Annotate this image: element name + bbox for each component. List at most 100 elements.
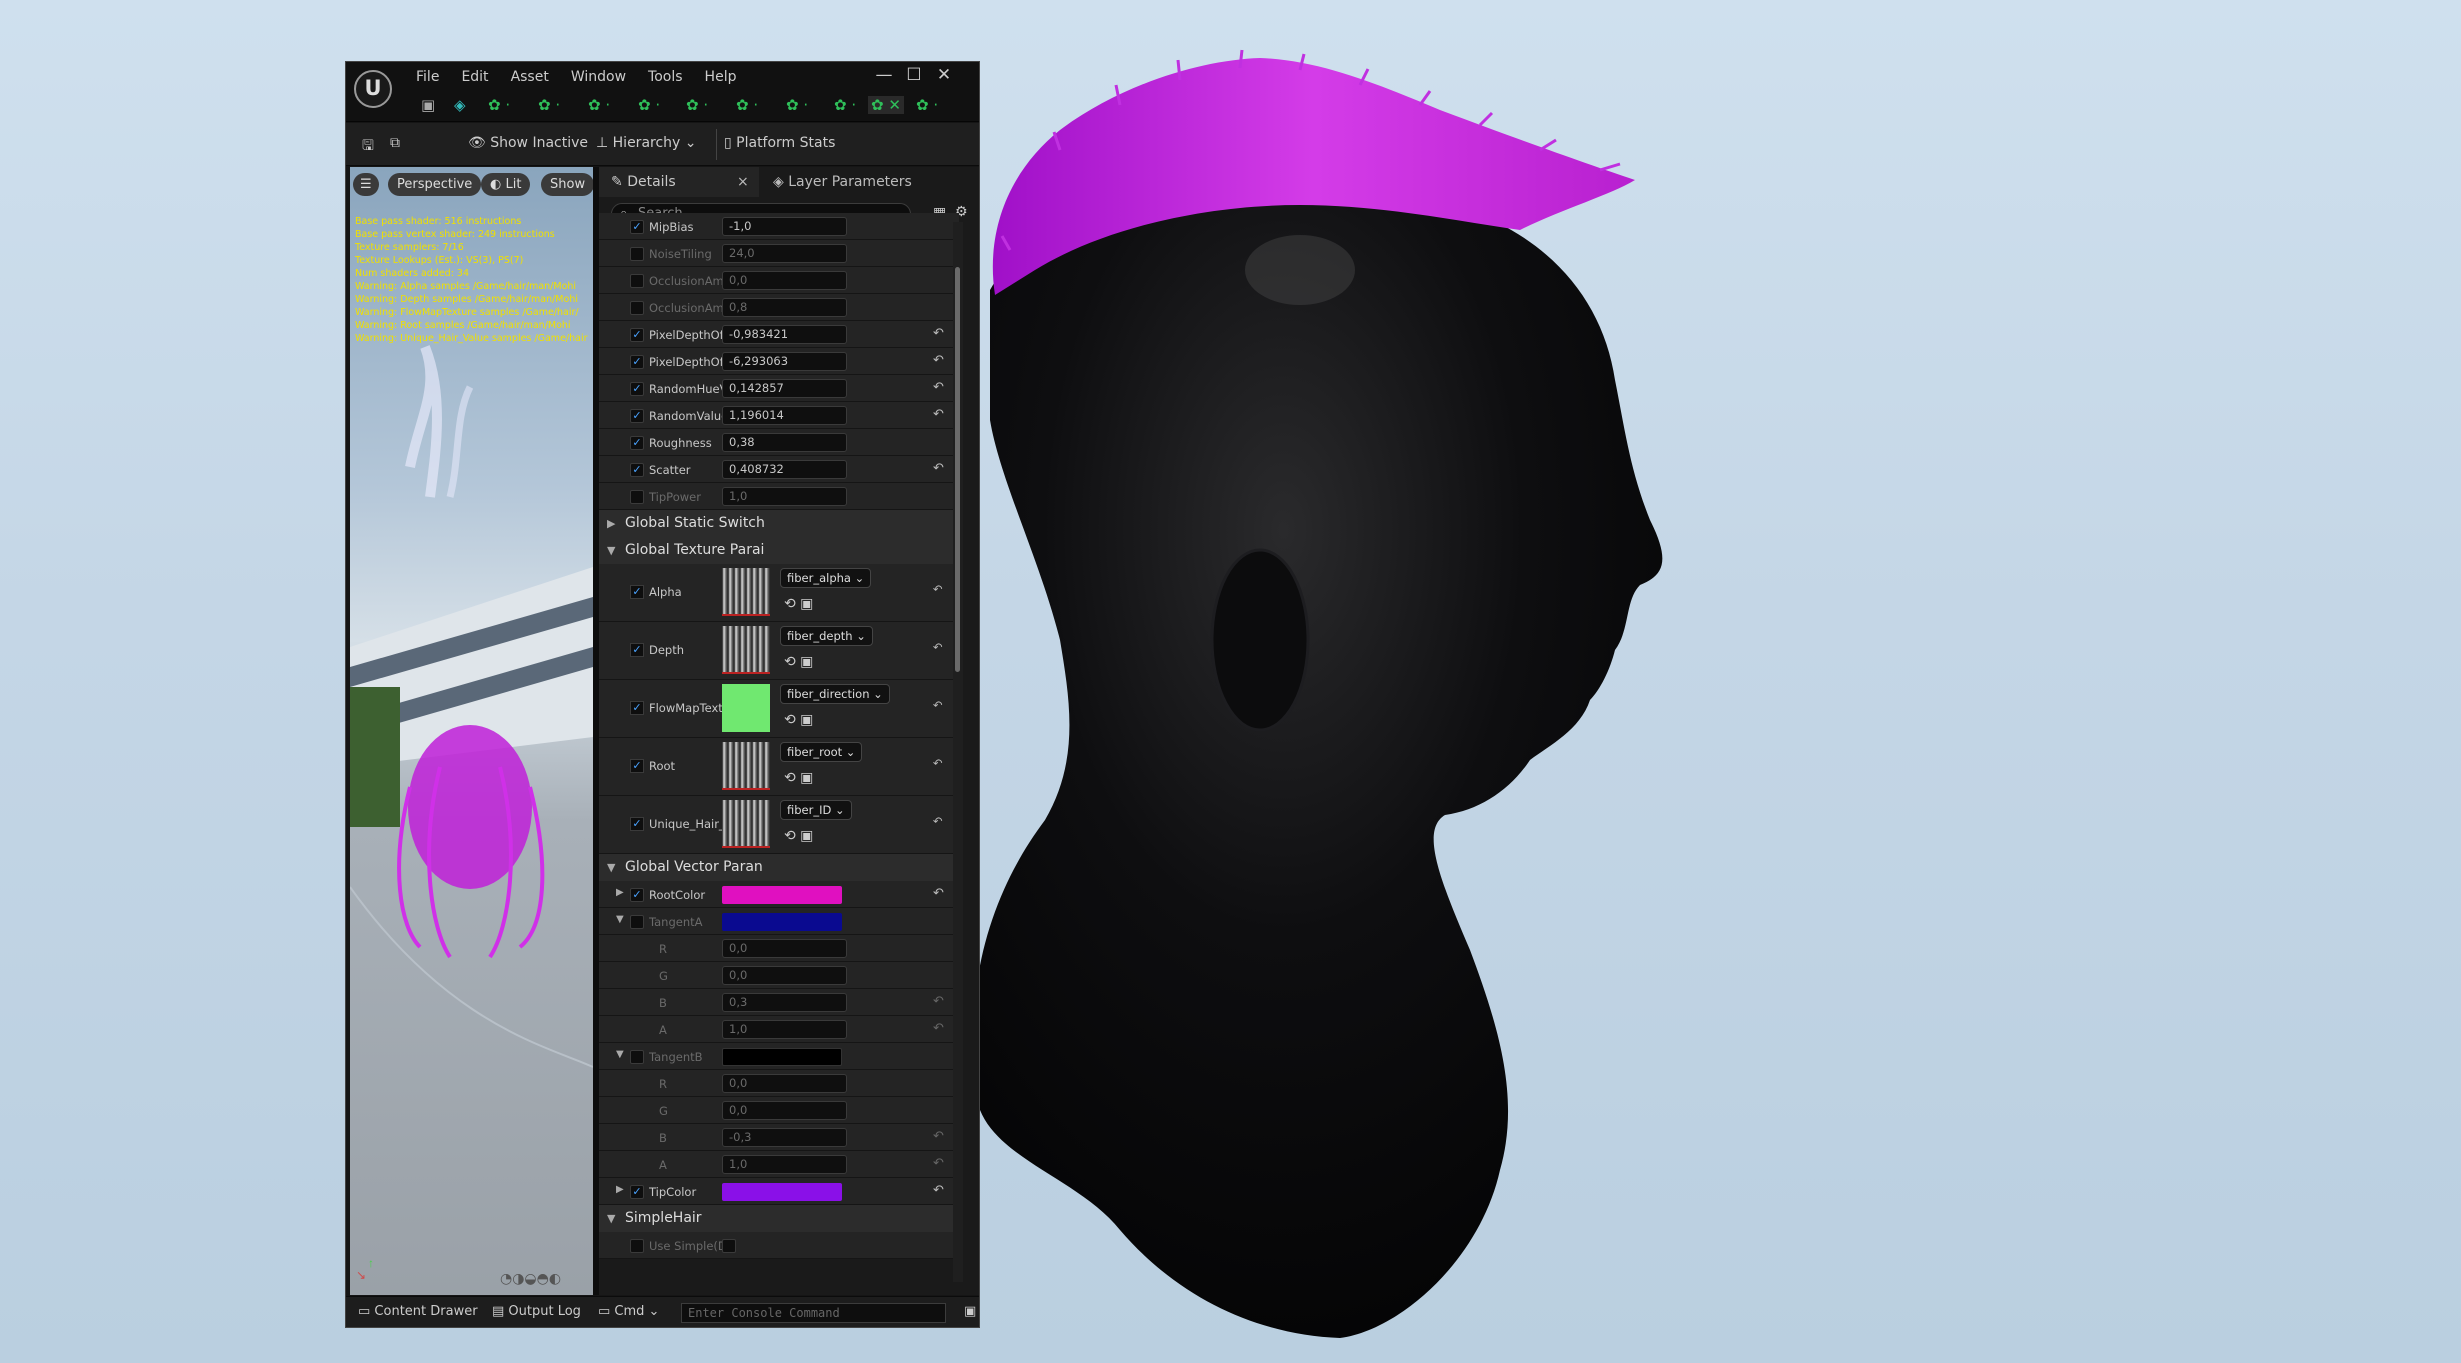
reset-to-default-icon[interactable]: ↶	[933, 698, 943, 712]
menu-edit[interactable]: Edit	[461, 69, 488, 85]
browse-icon[interactable]: ⧉	[390, 135, 400, 151]
override-checkbox[interactable]	[630, 301, 644, 315]
texture-thumbnail[interactable]	[722, 626, 770, 674]
save-icon[interactable]: 🖫	[362, 135, 374, 159]
browse-asset-icon[interactable]: ⟲ ▣	[784, 712, 813, 728]
material-instance-tab-icon[interactable]: ✿ ·	[588, 96, 610, 114]
browse-asset-icon[interactable]: ⟲ ▣	[784, 828, 813, 844]
channel-value-field[interactable]: 0,0	[722, 966, 847, 985]
section-simple-hair[interactable]: ▼ SimpleHair	[599, 1205, 959, 1232]
open-asset-tab-icon[interactable]: ▣	[421, 96, 435, 114]
console-command-input[interactable]: Enter Console Command	[681, 1303, 946, 1323]
param-value-field[interactable]: 0,38	[722, 433, 847, 452]
close-tab-icon[interactable]: ×	[737, 167, 749, 197]
platform-stats-button[interactable]: ▯ Platform Stats	[724, 135, 835, 151]
material-instance-tab-icon[interactable]: ✿ ·	[786, 96, 808, 114]
override-checkbox[interactable]: ✓	[630, 382, 644, 396]
override-checkbox[interactable]: ✓	[630, 1185, 644, 1199]
reset-to-default-icon[interactable]: ↶	[933, 814, 943, 828]
texture-thumbnail[interactable]	[722, 684, 770, 732]
tab-details[interactable]: ✎ Details ×	[599, 167, 759, 197]
asset-picker-dropdown[interactable]: fiber_root ⌄	[780, 742, 863, 762]
reset-to-default-icon[interactable]: ↶	[933, 582, 943, 596]
reset-to-default-icon[interactable]: ↶	[933, 640, 943, 654]
menu-help[interactable]: Help	[705, 69, 737, 85]
section-global-static-switch[interactable]: ▶ Global Static Switch	[599, 510, 959, 537]
material-instance-tab-icon[interactable]: ✿ ·	[538, 96, 560, 114]
asset-picker-dropdown[interactable]: fiber_alpha ⌄	[780, 568, 872, 588]
reset-to-default-icon[interactable]: ↶	[933, 380, 944, 395]
color-swatch[interactable]	[722, 913, 842, 931]
section-global-texture[interactable]: ▼ Global Texture Parai	[599, 537, 959, 564]
reset-to-default-icon[interactable]: ↶	[933, 756, 943, 770]
preview-viewport[interactable]: ☰ Perspective ◐ Lit Show Base pass shade…	[350, 167, 593, 1295]
param-value-field[interactable]: -1,0	[722, 217, 847, 236]
param-value-field[interactable]: 0,408732	[722, 460, 847, 479]
details-scrollbar-thumb[interactable]	[955, 267, 960, 672]
override-checkbox[interactable]: ✓	[630, 220, 644, 234]
expand-arrow-icon[interactable]: ▶	[616, 1184, 624, 1195]
param-value-field[interactable]: 0,8	[722, 298, 847, 317]
reset-to-default-icon[interactable]: ↶	[933, 353, 944, 368]
channel-value-field[interactable]: 1,0	[722, 1155, 847, 1174]
material-instance-tab-icon[interactable]: ✿ ·	[736, 96, 758, 114]
reset-to-default-icon[interactable]: ↶	[933, 886, 944, 901]
override-checkbox[interactable]: ✓	[630, 817, 644, 831]
value-checkbox[interactable]	[722, 1239, 736, 1253]
param-value-field[interactable]: 1,196014	[722, 406, 847, 425]
menu-window[interactable]: Window	[571, 69, 626, 85]
reset-to-default-icon[interactable]: ↶	[933, 461, 944, 476]
expand-arrow-icon[interactable]: ▶	[616, 887, 624, 898]
section-global-vector[interactable]: ▼ Global Vector Paran	[599, 854, 959, 881]
channel-value-field[interactable]: 0,3	[722, 993, 847, 1012]
minimize-button[interactable]: —	[869, 65, 899, 85]
show-inactive-button[interactable]: 👁 Show Inactive	[468, 135, 588, 151]
color-swatch[interactable]	[722, 886, 842, 904]
param-value-field[interactable]: 0,142857	[722, 379, 847, 398]
texture-thumbnail[interactable]	[722, 800, 770, 848]
output-log-button[interactable]: ▤ Output Log	[492, 1304, 581, 1319]
tab-layer-parameters[interactable]: ◈ Layer Parameters	[761, 167, 961, 197]
param-value-field[interactable]: -6,293063	[722, 352, 847, 371]
material-instance-tab-icon[interactable]: ✿ ·	[488, 96, 510, 114]
override-checkbox[interactable]	[630, 1239, 644, 1253]
color-swatch[interactable]	[722, 1048, 842, 1066]
reset-to-default-icon[interactable]: ↶	[933, 407, 944, 422]
override-checkbox[interactable]	[630, 1050, 644, 1064]
override-checkbox[interactable]	[630, 490, 644, 504]
override-checkbox[interactable]: ✓	[630, 643, 644, 657]
material-instance-tab-icon[interactable]: ✿ ·	[834, 96, 856, 114]
channel-value-field[interactable]: -0,3	[722, 1128, 847, 1147]
override-checkbox[interactable]: ✓	[630, 409, 644, 423]
override-checkbox[interactable]	[630, 247, 644, 261]
param-value-field[interactable]: 0,0	[722, 271, 847, 290]
reset-to-default-icon[interactable]: ↶	[933, 1021, 944, 1036]
reset-to-default-icon[interactable]: ↶	[933, 1129, 944, 1144]
close-button[interactable]: ✕	[929, 65, 959, 85]
viewport-preview-shapes-icon[interactable]: ◔◑◒◓◐	[500, 1271, 561, 1287]
material-instance-tab-icon[interactable]: ✿ ·	[916, 96, 938, 114]
param-value-field[interactable]: -0,983421	[722, 325, 847, 344]
texture-thumbnail[interactable]	[722, 742, 770, 790]
asset-picker-dropdown[interactable]: fiber_depth ⌄	[780, 626, 873, 646]
color-swatch[interactable]	[722, 1183, 842, 1201]
override-checkbox[interactable]	[630, 915, 644, 929]
override-checkbox[interactable]	[630, 274, 644, 288]
reset-to-default-icon[interactable]: ↶	[933, 1183, 944, 1198]
param-value-field[interactable]: 24,0	[722, 244, 847, 263]
override-checkbox[interactable]: ✓	[630, 888, 644, 902]
menu-file[interactable]: File	[416, 69, 439, 85]
channel-value-field[interactable]: 0,0	[722, 1101, 847, 1120]
collapse-arrow-icon[interactable]: ▼	[616, 914, 624, 925]
collapse-arrow-icon[interactable]: ▼	[616, 1049, 624, 1060]
override-checkbox[interactable]: ✓	[630, 585, 644, 599]
override-checkbox[interactable]: ✓	[630, 463, 644, 477]
override-checkbox[interactable]: ✓	[630, 355, 644, 369]
channel-value-field[interactable]: 0,0	[722, 1074, 847, 1093]
reset-to-default-icon[interactable]: ↶	[933, 1156, 944, 1171]
menu-asset[interactable]: Asset	[511, 69, 549, 85]
material-instance-tab-icon[interactable]: ✿ ·	[686, 96, 708, 114]
override-checkbox[interactable]: ✓	[630, 759, 644, 773]
cmd-dropdown[interactable]: ▭ Cmd ⌄	[598, 1304, 659, 1319]
channel-value-field[interactable]: 1,0	[722, 1020, 847, 1039]
